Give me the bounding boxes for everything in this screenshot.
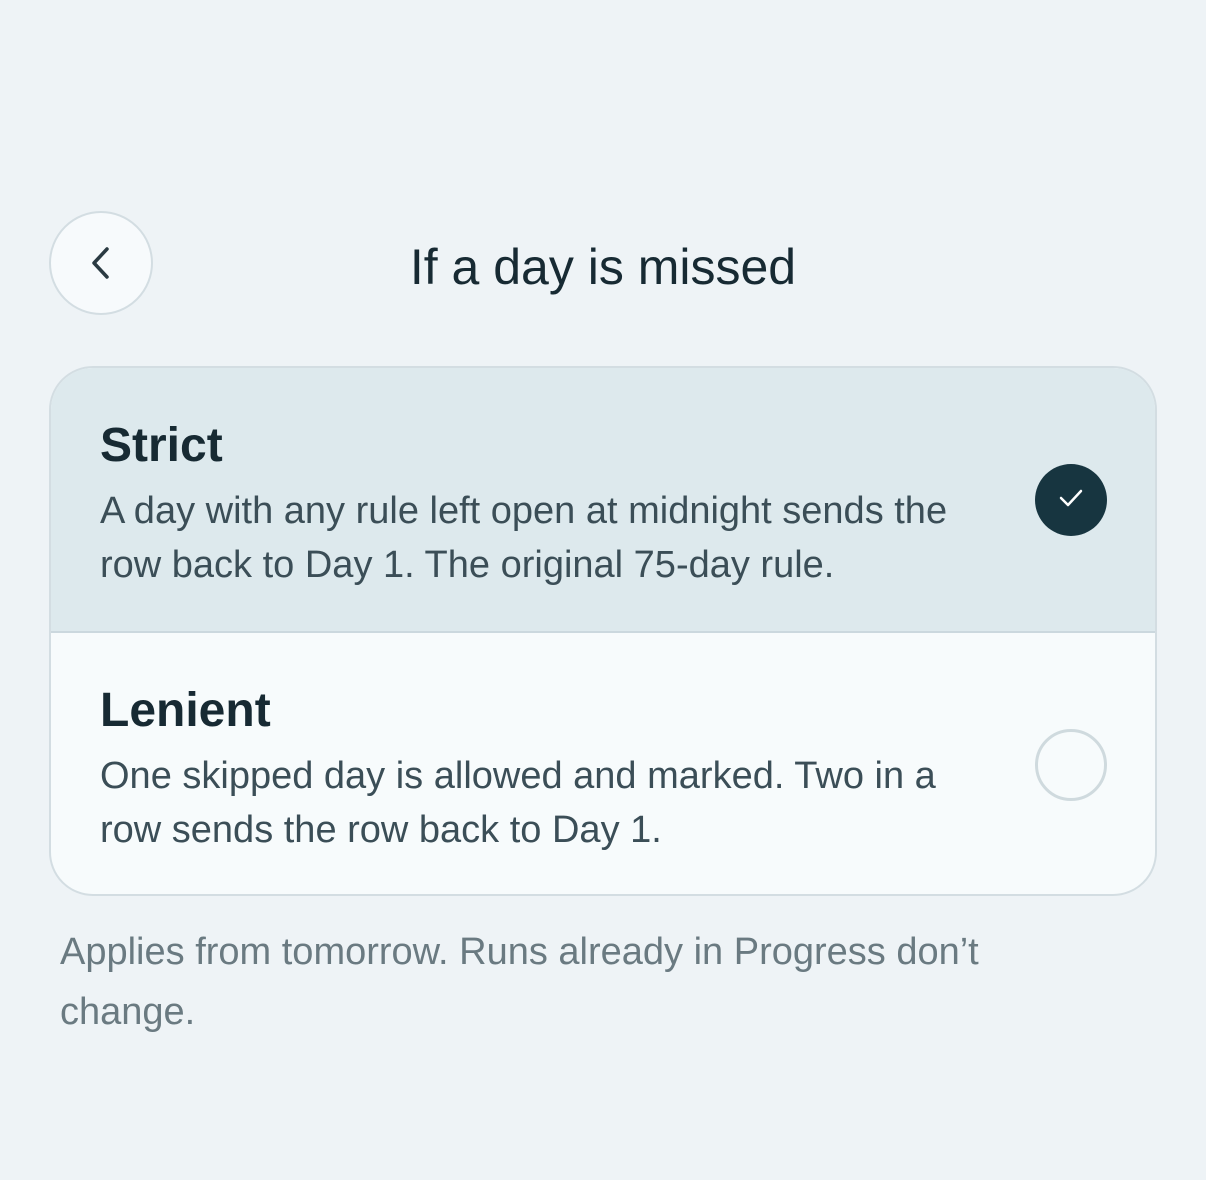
option-lenient[interactable]: Lenient One skipped day is allowed and m… xyxy=(51,633,1155,894)
option-title: Lenient xyxy=(100,684,271,737)
option-title: Strict xyxy=(100,419,223,472)
page-title: If a day is missed xyxy=(409,239,797,295)
option-strict[interactable]: Strict A day with any rule left open at … xyxy=(51,368,1155,633)
option-description: One skipped day is allowed and marked. T… xyxy=(100,755,936,851)
option-description: A day with any rule left open at midnigh… xyxy=(100,490,948,586)
footnote: Applies from tomorrow. Runs already in P… xyxy=(60,931,979,1033)
radio-lenient[interactable] xyxy=(1035,729,1107,801)
checkmark-icon xyxy=(1057,487,1085,514)
radio-strict[interactable] xyxy=(1035,464,1107,536)
missed-day-options: Strict A day with any rule left open at … xyxy=(49,366,1157,896)
